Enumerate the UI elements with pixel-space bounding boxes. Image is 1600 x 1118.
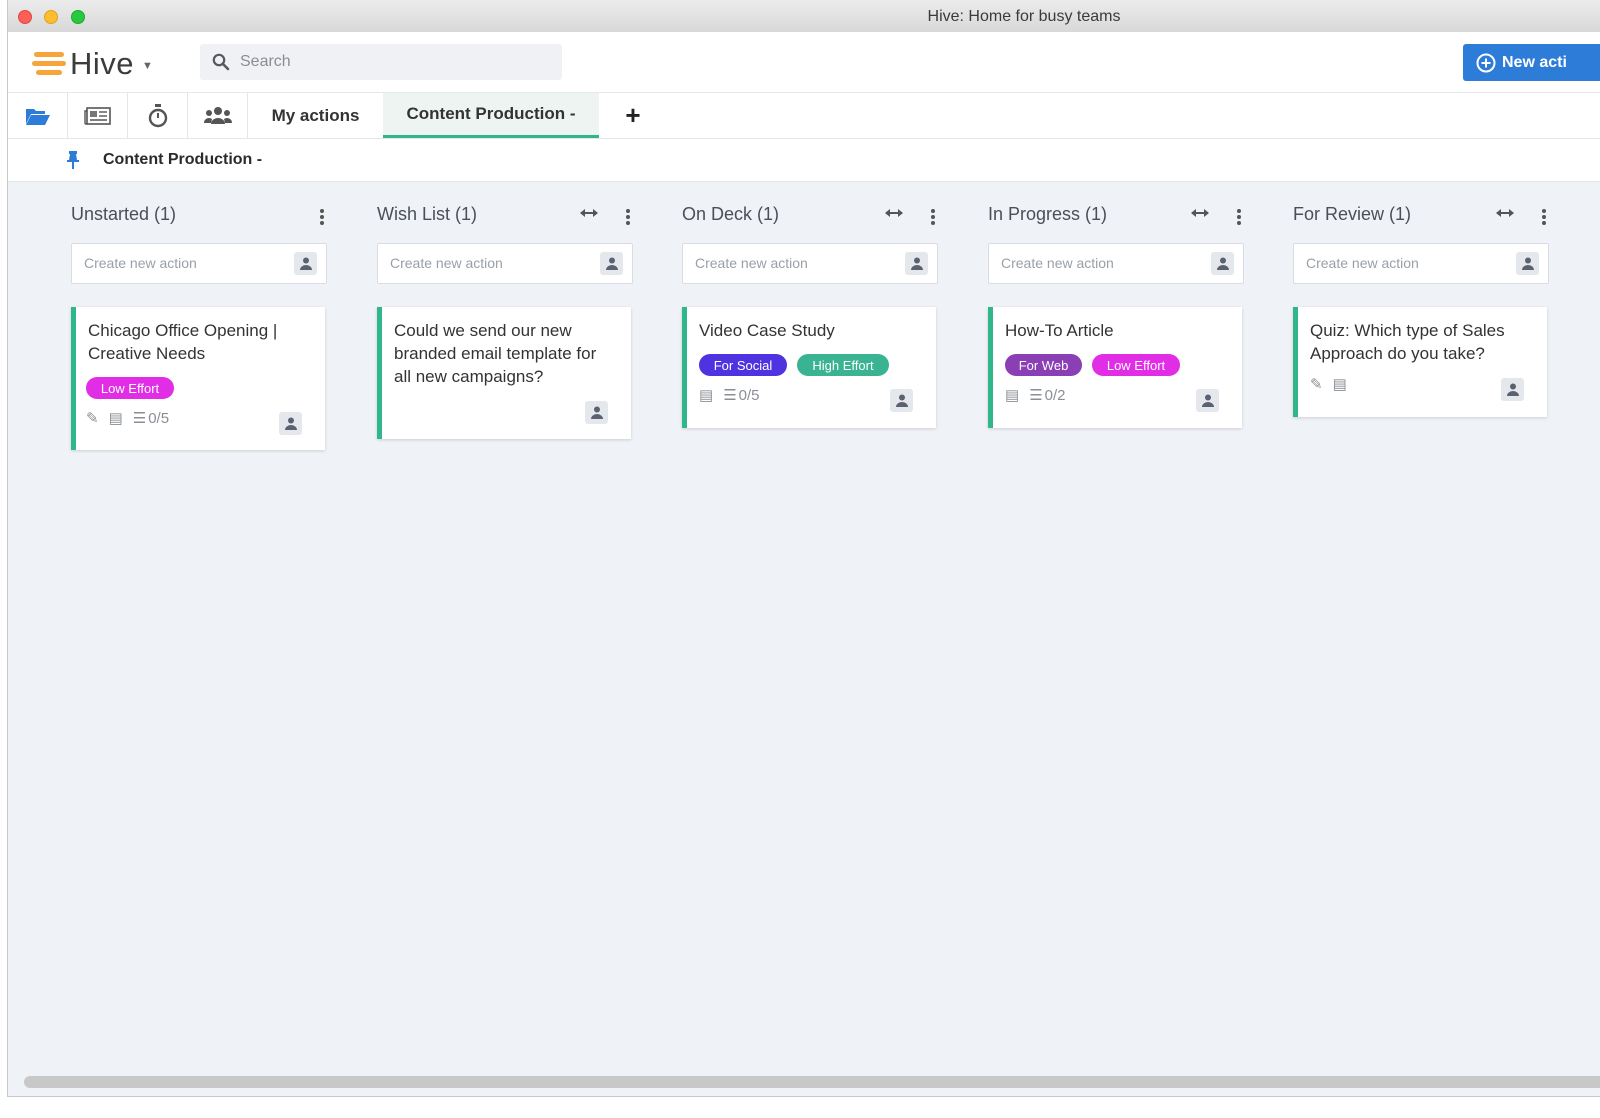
assignee-icon[interactable] [1516, 252, 1539, 275]
column-title: Unstarted (1) [71, 204, 177, 224]
column-menu-icon[interactable] [1541, 209, 1547, 225]
new-action-input[interactable] [388, 254, 582, 272]
attachment-icon: ✎ [1310, 376, 1323, 393]
new-action-field[interactable] [988, 243, 1244, 284]
checklist-icon: ☰ [1029, 387, 1043, 404]
column-menu-icon[interactable] [625, 209, 631, 225]
workspace-switcher[interactable]: Hive ▼ [32, 46, 153, 82]
card-title: How-To Article [1005, 321, 1114, 340]
card-meta: ✎ ▤ ☰ 0/5 [86, 409, 170, 428]
new-action-field[interactable] [1293, 243, 1549, 284]
new-action-input[interactable] [693, 254, 887, 272]
folder-open-icon [25, 108, 50, 125]
action-card[interactable]: Chicago Office Opening | Creative Needs … [71, 307, 325, 450]
tag-low-effort[interactable]: Low Effort [86, 377, 174, 399]
card-title: Video Case Study [699, 321, 835, 340]
assignee-icon[interactable] [279, 412, 302, 435]
column-menu-icon[interactable] [930, 209, 936, 225]
caret-down-icon: ▼ [142, 60, 153, 72]
checklist-icon: ☰ [723, 387, 737, 404]
assignee-icon[interactable] [294, 252, 317, 275]
app-window: Hive: Home for busy teams Hive ▼ New act… [8, 0, 1600, 1096]
new-action-button[interactable]: New acti [1463, 44, 1600, 81]
tag-for-social[interactable]: For Social [699, 354, 787, 376]
search-icon [212, 53, 230, 71]
new-action-input[interactable] [999, 254, 1193, 272]
column-menu-icon[interactable] [1236, 209, 1242, 225]
expand-column-icon[interactable] [1190, 207, 1210, 219]
card-meta: ▤ ☰ 0/5 [699, 386, 760, 405]
tag-high-effort[interactable]: High Effort [797, 354, 889, 376]
tab-people[interactable] [188, 93, 248, 138]
expand-column-icon[interactable] [884, 207, 904, 219]
breadcrumb: Content Production - [8, 139, 1600, 182]
card-title: Quiz: Which type of Sales Approach do yo… [1310, 321, 1505, 363]
expand-column-icon[interactable] [1495, 207, 1515, 219]
assignee-icon[interactable] [905, 252, 928, 275]
team-icon [203, 106, 232, 124]
title-bar: Hive: Home for busy teams [8, 0, 1600, 33]
column-title: Wish List (1) [377, 204, 478, 224]
tab-activity[interactable] [68, 93, 128, 138]
description-icon: ▤ [699, 387, 714, 404]
new-action-field[interactable] [71, 243, 327, 284]
tab-timesheets[interactable] [128, 93, 188, 138]
assignee-icon[interactable] [585, 401, 608, 424]
tab-content-production[interactable]: Content Production - [383, 93, 599, 138]
action-card[interactable]: How-To Article For Web Low Effort ▤ ☰ 0/… [988, 307, 1242, 428]
horizontal-scrollbar[interactable] [24, 1076, 1600, 1088]
search-box[interactable] [200, 44, 562, 80]
checklist-count: 0/5 [148, 409, 170, 427]
card-meta: ✎ ▤ [1310, 375, 1347, 393]
newspaper-icon [83, 106, 111, 125]
checklist-count: 0/5 [738, 386, 760, 404]
attachment-icon: ✎ [86, 410, 99, 427]
expand-column-icon[interactable] [579, 207, 599, 219]
window-title: Hive: Home for busy teams [927, 8, 1121, 25]
add-tab-button[interactable]: + [618, 93, 648, 138]
stopwatch-icon [148, 103, 167, 127]
column-title: On Deck (1) [682, 204, 780, 224]
new-action-field[interactable] [377, 243, 633, 284]
new-action-field[interactable] [682, 243, 938, 284]
tag-low-effort[interactable]: Low Effort [1092, 354, 1180, 376]
column-title: In Progress (1) [988, 204, 1108, 224]
card-title: Chicago Office Opening | Creative Needs [88, 321, 278, 363]
tab-projects[interactable] [8, 93, 68, 138]
tag-for-web[interactable]: For Web [1005, 354, 1082, 376]
assignee-icon[interactable] [1196, 389, 1219, 412]
checklist-icon: ☰ [132, 410, 147, 427]
action-card[interactable]: Video Case Study For Social High Effort … [682, 307, 936, 428]
assignee-icon[interactable] [600, 252, 623, 275]
search-input[interactable] [238, 52, 542, 72]
tab-my-actions[interactable]: My actions [248, 93, 383, 138]
pin-icon[interactable] [66, 150, 80, 170]
column-menu-icon[interactable] [319, 209, 325, 225]
card-title: Could we send our new branded email temp… [394, 321, 597, 386]
description-icon: ▤ [1332, 376, 1347, 393]
description-icon: ▤ [1005, 387, 1020, 404]
assignee-icon[interactable] [1211, 252, 1234, 275]
action-card[interactable]: Quiz: Which type of Sales Approach do yo… [1293, 307, 1547, 417]
card-meta: ▤ ☰ 0/2 [1005, 386, 1066, 405]
breadcrumb-label: Content Production - [103, 151, 263, 168]
action-card[interactable]: Could we send our new branded email temp… [377, 307, 631, 439]
new-action-label: New acti [1502, 53, 1567, 71]
new-action-input[interactable] [1304, 254, 1498, 272]
checklist-count: 0/2 [1044, 386, 1066, 404]
column-title: For Review (1) [1293, 204, 1412, 224]
logo-text: Hive [70, 46, 135, 81]
hive-logo-icon [32, 50, 66, 78]
description-icon: ▤ [108, 410, 123, 427]
new-action-input[interactable] [82, 254, 276, 272]
assignee-icon[interactable] [1501, 378, 1524, 401]
assignee-icon[interactable] [890, 389, 913, 412]
app-header: Hive ▼ New acti [8, 32, 1600, 93]
view-tabs: My actions Content Production - + [8, 93, 1600, 139]
plus-circle-icon [1476, 53, 1496, 72]
